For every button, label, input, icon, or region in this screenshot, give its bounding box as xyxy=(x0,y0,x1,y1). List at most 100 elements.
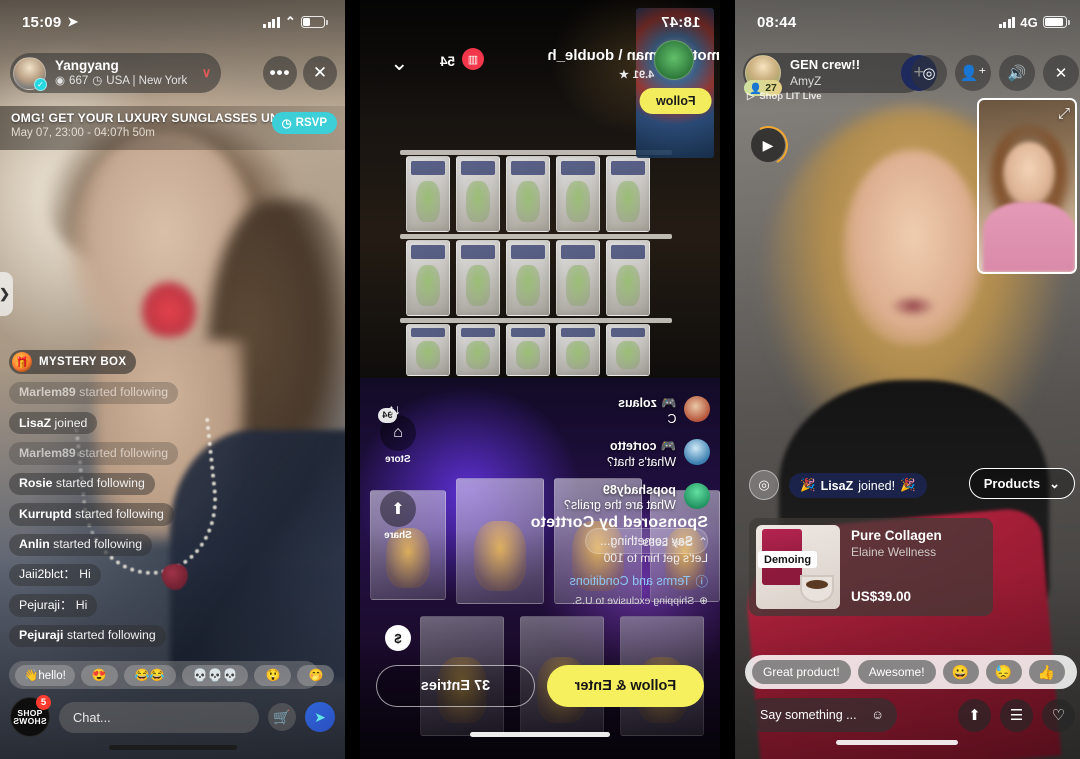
share-icon[interactable]: ⬆ xyxy=(958,698,991,732)
pip-shape-clothing xyxy=(983,202,1075,272)
sponsor-line: Let's get him to 100 xyxy=(603,551,708,565)
close-icon[interactable]: ✕ xyxy=(1043,55,1079,91)
network-type: 4G xyxy=(1020,14,1038,30)
speaker-icon[interactable]: 🔊 xyxy=(999,55,1035,91)
quick-reply-emoji-giggle[interactable]: 🤭 xyxy=(297,664,335,686)
side-drawer-handle[interactable]: ❯ xyxy=(0,272,13,316)
status-time: 08:44 xyxy=(757,13,797,31)
host-name: Yangyang xyxy=(55,57,119,73)
gamepad-icon: 🎮 xyxy=(660,396,676,410)
status-bar: 15:09 ➤ ⌃ xyxy=(0,0,345,44)
cta-row: 37 Entries Follow & Enter xyxy=(360,665,720,707)
shelf-line xyxy=(400,234,672,239)
instagram-icon[interactable]: ◎ xyxy=(911,55,947,91)
add-person-icon[interactable]: 👤⁺ xyxy=(955,55,991,91)
quick-reply-awesome[interactable]: Awesome! xyxy=(857,660,936,684)
chevron-down-icon[interactable]: ∨ xyxy=(202,65,212,81)
verified-badge-icon: ✓ xyxy=(34,77,47,91)
product-box xyxy=(506,324,550,376)
watermark: ▷ Shop LIT Live xyxy=(747,91,822,102)
host-name: AmyZ xyxy=(790,73,822,88)
entries-button[interactable]: 37 Entries xyxy=(376,665,535,707)
quick-reply-emoji-sad[interactable]: 😓 xyxy=(985,660,1022,684)
host-info-chip[interactable]: ✓ Yangyang ◉ 667 ◷ USA | New York ∨ xyxy=(10,53,222,93)
product-box xyxy=(556,156,600,232)
quick-reply-emoji-laugh[interactable]: 😂😂 xyxy=(123,664,176,686)
smiley-icon[interactable]: ☺ xyxy=(871,708,884,722)
quick-reply-emoji-heart-eyes[interactable]: 😍 xyxy=(80,664,118,686)
bottom-action-bar: SHOP SHOWS 5 Chat... 🛒 ➤ xyxy=(0,695,345,737)
product-cup-shape xyxy=(800,575,834,603)
signal-bars-icon xyxy=(998,16,1016,28)
host-info-chip[interactable]: 👤 27 GEN crew!! AmyZ xyxy=(743,53,925,96)
dollar-icon[interactable]: $ xyxy=(385,625,411,651)
shelf-line xyxy=(400,150,672,155)
home-indicator xyxy=(835,740,958,745)
host-meta: ◉ 667 ◷ USA | New York xyxy=(55,74,187,88)
chevron-down-icon[interactable]: ⌄ xyxy=(390,50,408,75)
comment-input[interactable]: Say something ... ☺ xyxy=(747,698,897,732)
panel-divider-right xyxy=(720,0,735,759)
quick-reply-emoji-smile[interactable]: 😀 xyxy=(942,660,979,684)
instagram-icon[interactable]: ◎ xyxy=(749,470,779,500)
expand-icon[interactable]: ⤢ xyxy=(1058,105,1070,122)
panel-divider-left xyxy=(345,0,360,759)
wifi-icon: ⌃ xyxy=(284,14,296,29)
chat-user: Kurruptd xyxy=(19,506,72,521)
quick-reply-great-product[interactable]: Great product! xyxy=(752,660,851,684)
battery-icon xyxy=(1043,16,1070,28)
follow-enter-button[interactable]: Follow & Enter xyxy=(547,665,704,707)
store-button[interactable]: ⌂ Store 94 ↑↓ xyxy=(378,401,416,465)
shipping-note: ⊕ Shipping exclusive to U.S. xyxy=(408,595,708,607)
picture-in-picture-video[interactable]: ⤢ xyxy=(977,98,1077,274)
chat-user: Marlem89 xyxy=(19,385,76,400)
confetti-icon-right: 🎉 xyxy=(900,478,916,492)
comment-feed: 🎮 zolaus C 🎮 cortetto What's that? popshad… xyxy=(480,396,710,514)
chat-input[interactable]: Chat... xyxy=(59,701,259,733)
host-rating: 4.91 ★ xyxy=(619,68,654,82)
chat-feed: Marlem89 started following LisaZ joined … xyxy=(9,381,269,647)
quick-reply-emoji-thumbsup[interactable]: 👍 xyxy=(1028,660,1065,684)
products-button[interactable]: Products ⌄ xyxy=(968,468,1075,499)
heart-icon[interactable]: ♡ xyxy=(1042,698,1075,732)
shipping-label: Shipping exclusive to U.S. xyxy=(572,595,695,607)
chat-user: Pejuraji： xyxy=(19,597,73,612)
product-card[interactable]: Demoing Pure Collagen Elaine Wellness US… xyxy=(749,518,993,616)
avatar xyxy=(684,482,710,509)
joined-toast: 🎉 LisaZ joined! 🎉 xyxy=(789,473,927,498)
play-circle-icon[interactable]: ▶ xyxy=(751,128,785,162)
quick-reply-hello[interactable]: 👋hello! xyxy=(15,664,75,686)
product-box xyxy=(556,324,600,376)
host-location: USA | New York xyxy=(106,75,188,88)
chat-action: started following xyxy=(79,385,169,400)
send-arrow-icon[interactable]: ➤ xyxy=(305,702,335,732)
gift-box-icon: 🎁 xyxy=(12,352,32,372)
joined-text: joined! xyxy=(858,478,896,493)
notification-badge: 5 xyxy=(36,695,51,710)
list-item: Pejuraji： Hi xyxy=(9,594,98,617)
quick-reply-emoji-shock[interactable]: 😲 xyxy=(254,664,292,686)
avatar[interactable] xyxy=(654,40,694,80)
list-icon[interactable]: ☰ xyxy=(1000,698,1033,732)
home-indicator xyxy=(470,732,610,737)
chevron-right-icon: ❯ xyxy=(0,286,10,301)
mystery-box-badge[interactable]: 🎁 MYSTERY BOX xyxy=(9,350,137,374)
joined-user: LisaZ xyxy=(820,478,854,493)
comment-text: C xyxy=(666,411,676,426)
follow-button[interactable]: Follow xyxy=(640,88,712,114)
close-button[interactable]: ✕ xyxy=(303,56,337,90)
list-item: Kurruptd started following xyxy=(9,503,174,526)
location-arrow-icon: ➤ xyxy=(67,14,79,29)
see-less-toggle[interactable]: ⌃ See Less xyxy=(408,535,708,549)
quick-reply-emoji-skull[interactable]: 💀💀💀 xyxy=(181,664,249,686)
viewer-count: 667 xyxy=(69,75,89,88)
chevron-down-icon: ⌄ xyxy=(1049,475,1060,491)
rsvp-button[interactable]: ◷ RSVP xyxy=(271,112,337,134)
shopping-cart-icon[interactable]: 🛒 xyxy=(268,703,296,731)
status-bar: 18:47 xyxy=(360,0,720,44)
more-options-button[interactable]: ••• xyxy=(263,56,297,90)
three-panel-livestream-screenshot: 15:09 ➤ ⌃ ✓ Yangyang ◉ 667 ◷ USA | New Yor… xyxy=(0,0,1080,759)
quick-reply-bar: 👋hello! 😍 😂😂 💀💀💀 😲 🤭 xyxy=(9,661,335,689)
terms-link[interactable]: ⓘ Terms and Conditions xyxy=(408,571,708,590)
shop-shows-logo[interactable]: SHOP SHOWS 5 xyxy=(10,695,51,737)
